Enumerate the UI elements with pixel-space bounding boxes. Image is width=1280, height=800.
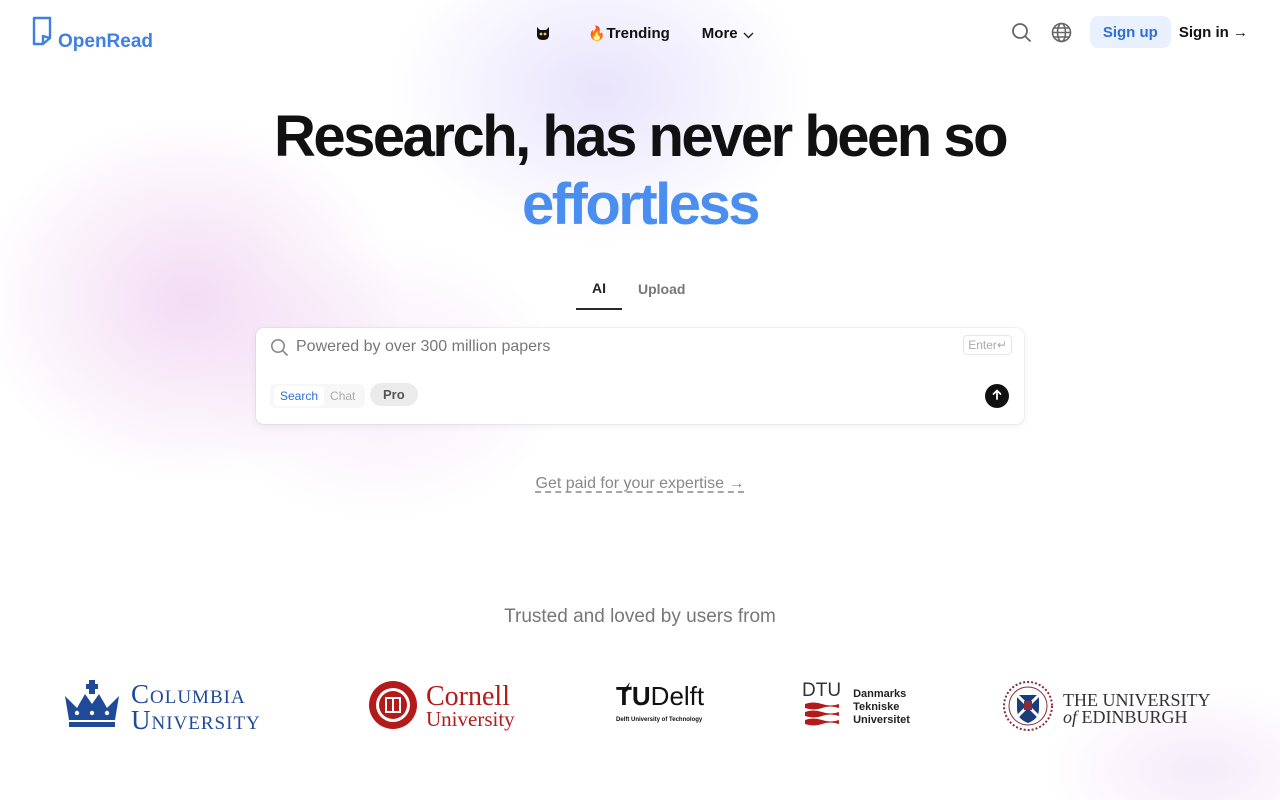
- submit-button[interactable]: [985, 384, 1009, 408]
- trusted-heading: Trusted and loved by users from: [504, 606, 776, 627]
- columbia-line1: Columbia: [131, 678, 246, 709]
- hero-headline: Research, has never been so: [273, 104, 1009, 169]
- tu-delft-delft: Delft: [650, 681, 705, 711]
- enter-key-hint: Enter↵: [963, 335, 1012, 355]
- chevron-down-icon: [743, 26, 754, 43]
- columbia-line2: University: [131, 704, 261, 735]
- tu-delft-subtitle: Delft University of Technology: [616, 717, 703, 723]
- get-paid-link[interactable]: Get paid for your expertise →: [536, 475, 745, 492]
- edinburgh-line2: EDINBURGH: [1081, 706, 1188, 727]
- openread-logo-icon: [32, 16, 54, 53]
- edinburgh-crest-icon: [1003, 681, 1053, 736]
- nav-trending-label: Trending: [606, 24, 670, 42]
- cornell-university-logo: Cornell University: [368, 680, 515, 735]
- dtu-logo: DTU Danmarks Tekniske Universitet: [802, 681, 910, 734]
- sign-up-button[interactable]: Sign up: [1089, 16, 1171, 48]
- nav-more-label: More: [701, 24, 738, 42]
- cornell-line1: Cornell: [426, 680, 510, 712]
- dtu-line3: Universitet: [853, 714, 910, 726]
- edinburgh-university-logo: THE UNIVERSITY of EDINBURGH: [1003, 681, 1210, 736]
- cornell-line2: University: [426, 706, 515, 731]
- tab-ai[interactable]: AI: [576, 277, 622, 310]
- hero-headline-accent: effortless: [521, 172, 761, 237]
- mode-search[interactable]: Search: [274, 386, 325, 406]
- crown-icon: [63, 680, 121, 733]
- search-icon: [270, 338, 289, 362]
- mode-tabs: AI Upload: [576, 277, 701, 310]
- dtu-waves-icon: [804, 701, 839, 734]
- edinburgh-of: of: [1063, 706, 1078, 727]
- sign-in-link[interactable]: Sign in →: [1179, 24, 1248, 41]
- columbia-university-logo: Columbia University: [63, 680, 261, 733]
- pro-toggle-button[interactable]: Pro: [370, 383, 418, 406]
- mode-chat[interactable]: Chat: [324, 386, 361, 406]
- search-input[interactable]: [296, 336, 936, 358]
- tab-upload[interactable]: Upload: [622, 277, 701, 310]
- tu-delft-logo: TU Delft Delft University of Technology: [616, 682, 704, 723]
- cornell-seal-icon: [368, 680, 418, 735]
- fire-icon: 🔥: [588, 24, 606, 41]
- arrow-up-icon: [992, 387, 1002, 405]
- nav-more-dropdown[interactable]: More: [702, 24, 754, 43]
- main-nav: 🔥 Trending More: [532, 22, 754, 44]
- search-icon[interactable]: [1010, 16, 1034, 48]
- dtu-mark: DTU: [802, 680, 842, 701]
- search-panel: Enter↵ Search Chat Pro: [256, 328, 1024, 424]
- dtu-line2: Tekniske: [853, 701, 900, 713]
- brand-name: OpenRead: [58, 31, 154, 52]
- search-chat-toggle: Search Chat: [270, 384, 366, 408]
- globe-icon[interactable]: [1050, 16, 1074, 48]
- cta-container: Get paid for your expertise →: [0, 475, 1280, 493]
- mascot-icon[interactable]: [532, 22, 554, 44]
- nav-trending-link[interactable]: 🔥 Trending: [588, 25, 670, 42]
- brand-logo[interactable]: OpenRead: [32, 16, 153, 53]
- header-actions: Sign up Sign in →: [1010, 16, 1248, 48]
- dtu-line1: Danmarks: [853, 688, 907, 700]
